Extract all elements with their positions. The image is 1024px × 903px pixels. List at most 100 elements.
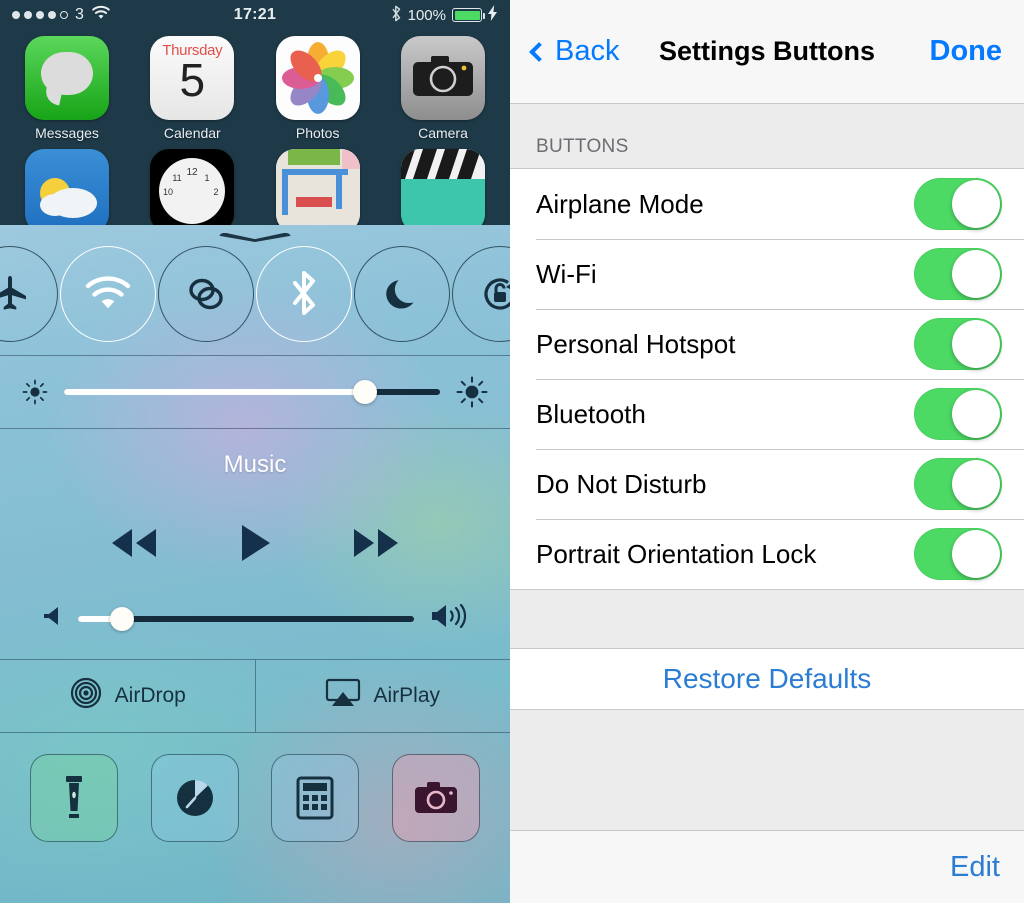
- row-label: Do Not Disturb: [536, 468, 707, 499]
- do-not-disturb-toggle[interactable]: [354, 246, 450, 342]
- svg-text:12: 12: [187, 167, 199, 178]
- personal-hotspot-switch[interactable]: [914, 318, 1002, 370]
- brightness-slider-row: [0, 356, 510, 428]
- airplane-mode-toggle[interactable]: [0, 246, 58, 342]
- volume-slider[interactable]: [78, 606, 414, 631]
- app-weather[interactable]: [14, 149, 120, 233]
- app-maps[interactable]: [265, 149, 371, 233]
- control-center-toggle-row: [0, 233, 510, 355]
- status-bar-right: 100%: [391, 5, 498, 26]
- screenshot-root: 3 17:21 100% Messages Thursday 5 Calenda…: [0, 0, 1024, 903]
- app-label: Messages: [35, 125, 99, 141]
- sharing-row: AirDrop AirPlay: [0, 660, 510, 732]
- svg-text:11: 11: [173, 173, 182, 183]
- calculator-button[interactable]: [271, 754, 360, 842]
- app-photos[interactable]: Photos: [265, 36, 371, 141]
- svg-text:2: 2: [214, 187, 219, 197]
- app-camera[interactable]: Camera: [390, 36, 496, 141]
- row-label: Wi-Fi: [536, 258, 597, 289]
- row-label: Portrait Orientation Lock: [536, 538, 817, 569]
- edit-button[interactable]: Edit: [950, 851, 1000, 884]
- section-gap: [510, 710, 1024, 824]
- volume-slider-row: [0, 602, 510, 635]
- control-center-panel: Music AirDrop AirPlay: [0, 225, 510, 903]
- done-button[interactable]: Done: [930, 35, 1003, 68]
- airplay-button[interactable]: AirPlay: [256, 660, 511, 732]
- photos-icon: [275, 36, 360, 120]
- brightness-slider[interactable]: [64, 380, 440, 404]
- media-controls: Music: [0, 429, 510, 659]
- back-button[interactable]: Back: [529, 35, 620, 68]
- brightness-high-icon: [456, 376, 488, 408]
- lightning-bolt-icon: [488, 5, 498, 25]
- bluetooth-switch[interactable]: [914, 388, 1002, 440]
- flashlight-button[interactable]: [30, 754, 119, 842]
- table-row[interactable]: Wi-Fi: [510, 239, 1024, 309]
- wifi-toggle[interactable]: [60, 246, 156, 342]
- table-row[interactable]: Personal Hotspot: [510, 309, 1024, 379]
- table-row[interactable]: Bluetooth: [510, 379, 1024, 449]
- airdrop-icon: [69, 676, 103, 716]
- status-bar: 3 17:21 100%: [0, 0, 510, 30]
- clock-icon: 12 1 2 11 10: [150, 149, 235, 233]
- bluetooth-tether-toggle[interactable]: [158, 246, 254, 342]
- airdrop-button[interactable]: AirDrop: [0, 660, 255, 732]
- speaker-mute-icon: [42, 604, 62, 633]
- airdrop-label: AirDrop: [114, 684, 186, 707]
- videos-icon: [400, 149, 485, 233]
- speaker-loud-icon: [430, 602, 468, 635]
- portrait-orientation-lock-switch[interactable]: [914, 528, 1002, 580]
- do-not-disturb-switch[interactable]: [914, 458, 1002, 510]
- back-button-label: Back: [555, 35, 620, 67]
- svg-text:1: 1: [205, 173, 210, 183]
- brightness-slider-fill: [64, 389, 365, 395]
- buttons-list: Airplane Mode Wi-Fi Personal Hotspot Blu…: [510, 168, 1024, 590]
- home-screen-app-grid: Messages Thursday 5 Calendar Photos Came…: [0, 30, 510, 233]
- wifi-switch[interactable]: [914, 248, 1002, 300]
- weather-icon: [25, 149, 109, 233]
- airplay-icon: [325, 678, 361, 714]
- camera-button[interactable]: [391, 754, 480, 842]
- app-videos[interactable]: [390, 149, 496, 233]
- settings-panel: Back Settings Buttons Done BUTTONS Airpl…: [510, 0, 1024, 903]
- section-gap: [510, 590, 1024, 648]
- app-clock[interactable]: 12 1 2 11 10: [139, 149, 245, 233]
- battery-percentage: 100%: [407, 6, 446, 24]
- bottom-toolbar: Edit: [510, 830, 1024, 903]
- svg-text:10: 10: [163, 187, 173, 197]
- airplane-mode-switch[interactable]: [914, 178, 1002, 230]
- row-label: Personal Hotspot: [536, 328, 736, 359]
- table-row[interactable]: Do Not Disturb: [510, 449, 1024, 519]
- app-row-1: Messages Thursday 5 Calendar Photos Came…: [14, 36, 496, 141]
- iphone-screen: 3 17:21 100% Messages Thursday 5 Calenda…: [0, 0, 510, 903]
- chevron-left-icon: [529, 41, 549, 62]
- volume-slider-knob[interactable]: [109, 606, 134, 631]
- battery-icon: [452, 8, 485, 22]
- table-row[interactable]: Portrait Orientation Lock: [510, 519, 1024, 589]
- rotation-lock-toggle[interactable]: [452, 246, 510, 342]
- brightness-low-icon: [22, 379, 48, 405]
- bluetooth-icon: [391, 5, 402, 26]
- rewind-icon[interactable]: [108, 525, 160, 566]
- calendar-day: 5: [179, 54, 206, 106]
- row-label: Airplane Mode: [536, 188, 704, 219]
- section-header: BUTTONS: [510, 104, 1024, 168]
- restore-defaults-label: Restore Defaults: [662, 663, 872, 694]
- restore-defaults-button[interactable]: Restore Defaults: [510, 648, 1024, 710]
- app-label: Photos: [295, 125, 340, 141]
- app-label: Calendar: [163, 125, 221, 141]
- brightness-slider-knob[interactable]: [352, 380, 377, 404]
- app-messages[interactable]: Messages: [14, 36, 120, 141]
- transport-controls: [0, 523, 510, 568]
- app-calendar[interactable]: Thursday 5 Calendar: [139, 36, 245, 141]
- bluetooth-toggle[interactable]: [256, 246, 352, 342]
- app-label: Camera: [418, 125, 468, 141]
- fast-forward-icon[interactable]: [350, 525, 402, 566]
- play-icon[interactable]: [238, 523, 272, 568]
- timer-button[interactable]: [150, 754, 239, 842]
- airplay-label: AirPlay: [373, 684, 441, 707]
- camera-icon: [400, 36, 485, 120]
- maps-icon: [275, 149, 360, 233]
- app-row-2: 12 1 2 11 10: [14, 149, 496, 233]
- table-row[interactable]: Airplane Mode: [510, 169, 1024, 239]
